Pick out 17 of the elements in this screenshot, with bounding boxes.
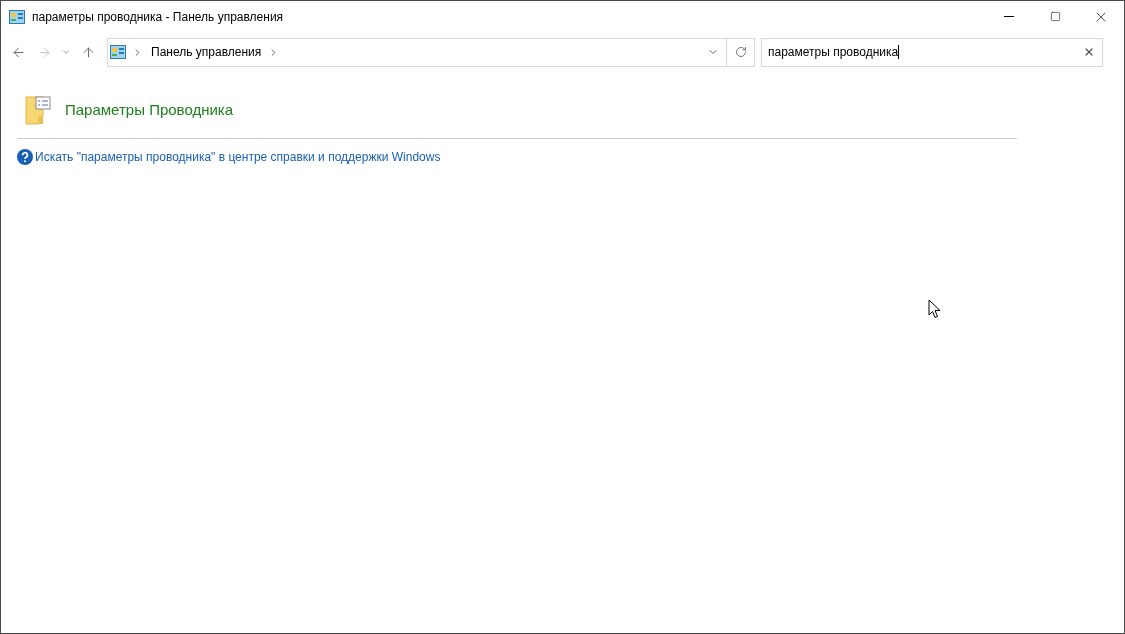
minimize-icon xyxy=(1004,16,1014,17)
refresh-icon xyxy=(734,46,747,58)
search-field[interactable]: параметры проводника xyxy=(761,37,1103,67)
help-link[interactable]: Искать "параметры проводника" в центре справки и поддержки Windows xyxy=(35,148,441,166)
result-link[interactable]: Параметры Проводника xyxy=(65,98,234,122)
address-bar[interactable]: Панель управления xyxy=(107,37,755,67)
breadcrumb[interactable]: Панель управления xyxy=(151,43,262,61)
folder-options-icon xyxy=(25,95,51,125)
window-title: параметры проводника - Панель управления xyxy=(32,8,284,26)
clear-icon xyxy=(1083,46,1095,58)
control-panel-icon xyxy=(9,9,25,24)
maximize-icon xyxy=(1049,11,1061,22)
chevron-down-icon xyxy=(61,47,71,57)
help-icon xyxy=(17,149,33,165)
mouse-cursor-icon xyxy=(928,299,941,319)
arrow-icon xyxy=(36,44,52,60)
control-panel-icon xyxy=(110,45,126,59)
